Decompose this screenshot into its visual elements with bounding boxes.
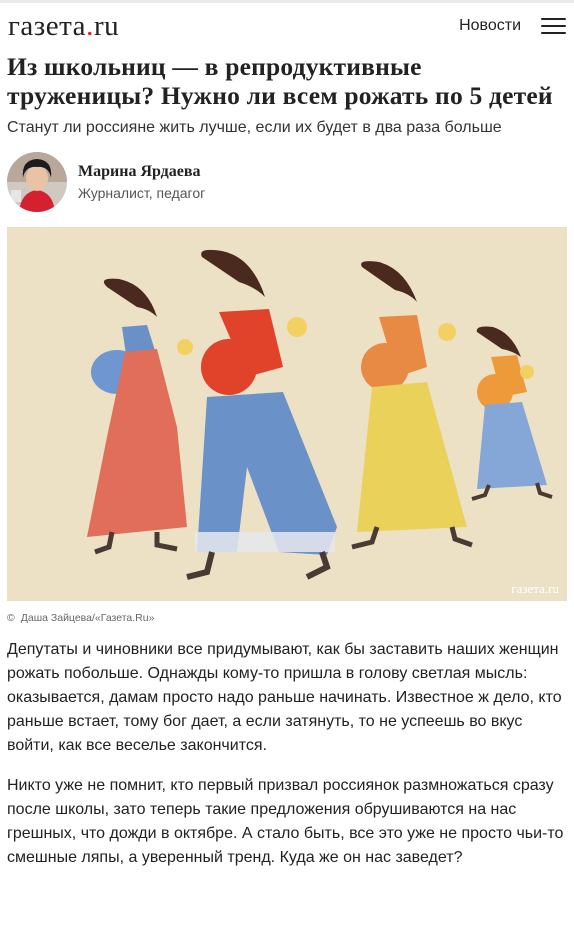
author-block: Марина Ярдаева Журналист, педагог: [7, 151, 567, 213]
article-title: Из школьниц — в репродуктивные труженицы…: [7, 52, 553, 110]
logo-dot: .: [86, 9, 94, 42]
author-info: Марина Ярдаева Журналист, педагог: [78, 163, 205, 201]
image-credit-text: Даша Зайцева/«Газета.Ru»: [20, 612, 155, 624]
site-header: газета. ru Новости: [0, 3, 574, 49]
article-hero-image: газета.ru: [7, 227, 567, 601]
article-subtitle: Станут ли россияне жить лучше, если их б…: [7, 119, 502, 136]
image-credit: © Даша Зайцева/«Газета.Ru»: [7, 612, 567, 624]
site-logo[interactable]: газета. ru: [8, 11, 119, 41]
copyright-icon: ©: [7, 612, 15, 624]
author-role: Журналист, педагог: [78, 185, 206, 201]
logo-main: газета: [8, 10, 86, 42]
hamburger-menu-icon[interactable]: [541, 18, 566, 34]
article-paragraph: Никто уже не помнит, кто первый призвал …: [7, 777, 564, 866]
article: Из школьниц — в репродуктивные труженицы…: [0, 52, 574, 870]
author-avatar[interactable]: [7, 152, 67, 212]
image-watermark: газета.ru: [511, 581, 559, 596]
author-name[interactable]: Марина Ярдаева: [78, 163, 205, 181]
logo-tld: ru: [94, 10, 120, 42]
header-actions: Новости: [459, 17, 566, 35]
nav-link-news[interactable]: Новости: [459, 17, 521, 35]
article-paragraph: Депутаты и чиновники все придумывают, ка…: [7, 641, 562, 754]
